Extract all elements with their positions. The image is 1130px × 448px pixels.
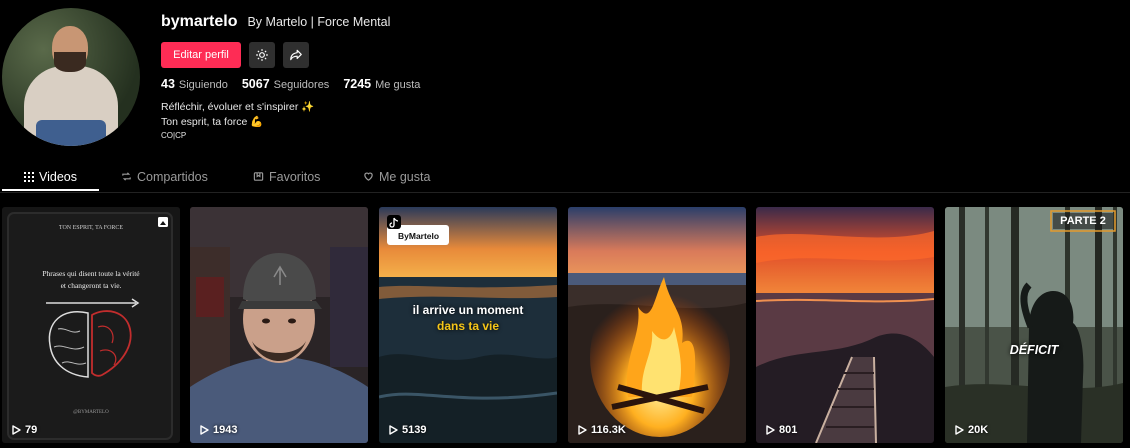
video-caption-2: dans ta vie	[436, 319, 500, 333]
play-count: 79	[12, 424, 37, 436]
username: bymartelo	[161, 13, 238, 30]
play-count-value: 20K	[968, 424, 989, 436]
play-count: 116.3K	[578, 424, 626, 436]
video-card[interactable]: 801	[756, 207, 934, 443]
video-thumbnail-person	[190, 207, 368, 443]
tab-videos-label: Videos	[39, 169, 77, 184]
book-text-1: Phrases qui disent toute la vérité	[42, 269, 140, 278]
video-card[interactable]: 1943	[190, 207, 368, 443]
stat-likes-count: 7245	[343, 77, 372, 91]
play-count: 801	[766, 424, 797, 436]
nickname: By Martelo | Force Mental	[247, 15, 391, 29]
watermark-label: ByMartelo	[398, 231, 440, 241]
video-thumbnail-stairs	[756, 207, 934, 443]
book-text-2: et changeront ta vie.	[60, 281, 122, 290]
grid-icon	[24, 171, 34, 182]
play-count-value: 5139	[402, 424, 427, 436]
video-thumbnail-book	[2, 207, 180, 443]
bio-line-2: Ton esprit, ta force 💪	[161, 115, 264, 128]
tab-shared[interactable]: Compartidos	[121, 162, 208, 191]
play-count-value: 801	[779, 424, 798, 436]
share-button[interactable]	[283, 42, 309, 68]
profile-stats: 43 Siguiendo 5067 Seguidores 7245 Me gusta	[161, 77, 420, 91]
tab-active-indicator	[2, 189, 99, 191]
avatar[interactable]	[2, 8, 140, 146]
edit-profile-button[interactable]: Editar perfil	[161, 42, 241, 68]
play-count-value: 79	[25, 424, 38, 436]
heart-icon	[364, 172, 373, 181]
video-thumbnail-forest	[945, 207, 1123, 443]
tab-videos[interactable]: Videos	[24, 162, 77, 191]
video-caption-1: il arrive un moment	[412, 303, 524, 317]
play-icon	[766, 425, 775, 435]
video-card[interactable]: 116.3K	[568, 207, 746, 443]
part-badge: PARTE 2	[1060, 215, 1106, 227]
stat-likes-label: Me gusta	[375, 79, 421, 91]
tab-favorites[interactable]: Favoritos	[253, 162, 320, 191]
play-count: 5139	[389, 424, 426, 436]
settings-button[interactable]	[249, 42, 275, 68]
gear-icon	[256, 49, 268, 61]
play-icon	[389, 425, 398, 435]
video-thumbnail-fire	[568, 207, 746, 443]
stat-following-label: Siguiendo	[178, 79, 228, 91]
video-card[interactable]: TON ESPRIT, TA FORCE Phrases qui disent …	[2, 207, 180, 443]
bio-line-1: Réfléchir, évoluer et s'inspirer ✨	[161, 101, 315, 113]
play-count-value: 1943	[213, 424, 238, 436]
avatar-beard	[54, 52, 86, 72]
profile-tabs: Videos Compartidos Favoritos Me gusta	[0, 162, 1130, 193]
book-footer: @BYMARTELO	[73, 410, 109, 415]
stat-following-count: 43	[161, 77, 175, 91]
avatar-jeans	[36, 120, 106, 146]
tab-shared-label: Compartidos	[137, 169, 208, 184]
tab-favorites-label: Favoritos	[269, 169, 321, 184]
book-header: TON ESPRIT, TA FORCE	[58, 225, 124, 231]
share-icon	[290, 49, 302, 61]
play-icon	[578, 425, 587, 435]
play-count: 1943	[200, 424, 237, 436]
play-count: 20K	[955, 424, 988, 436]
stat-followers-count: 5067	[241, 77, 270, 91]
stat-followers[interactable]: 5067 Seguidores	[242, 77, 329, 91]
bio-line-3: CO|CP	[161, 131, 187, 140]
profile-actions: Editar perfil	[161, 42, 309, 68]
bookmark-icon	[253, 172, 264, 181]
stat-following[interactable]: 43 Siguiendo	[161, 77, 228, 91]
tab-liked-label: Me gusta	[379, 169, 431, 184]
repost-icon	[122, 172, 131, 181]
stat-likes: 7245 Me gusta	[343, 77, 420, 91]
play-icon	[200, 425, 209, 435]
video-card[interactable]: ByMartelo il arrive un moment dans ta vi…	[379, 207, 557, 443]
play-count-value: 116.3K	[591, 424, 626, 436]
name-row: bymartelo By Martelo | Force Mental	[161, 13, 861, 35]
profile-info: bymartelo By Martelo | Force Mental Edit…	[161, 13, 861, 140]
play-icon	[955, 425, 964, 435]
video-card[interactable]: PARTE 2 DÉFICIT 20K	[945, 207, 1123, 443]
video-caption: DÉFICIT	[1009, 343, 1059, 357]
profile-bio: Réfléchir, évoluer et s'inspirer ✨ Ton e…	[161, 100, 314, 144]
play-icon	[12, 425, 21, 435]
tab-liked[interactable]: Me gusta	[363, 162, 430, 191]
stat-followers-label: Seguidores	[273, 79, 330, 91]
